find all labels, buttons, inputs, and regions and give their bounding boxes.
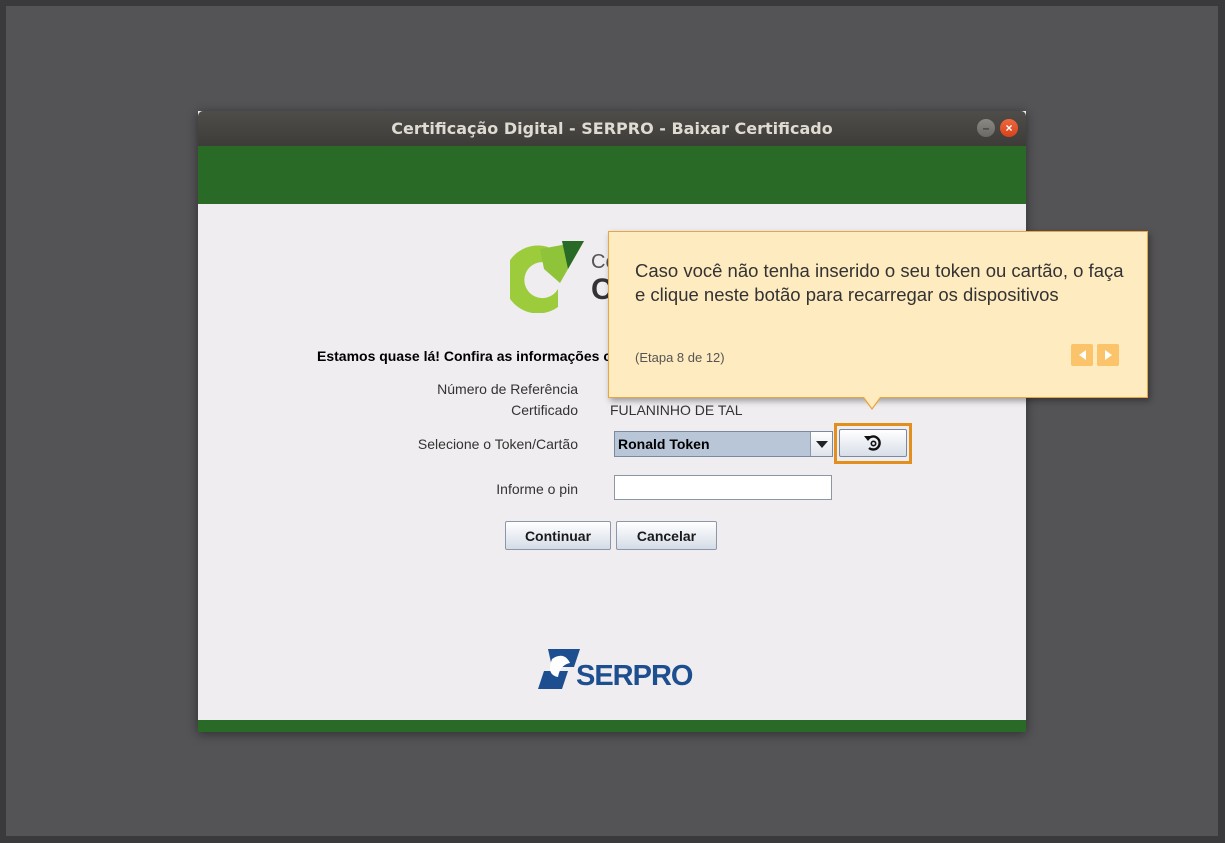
tooltip-next-button[interactable] (1097, 344, 1119, 366)
refresh-icon (864, 435, 881, 451)
close-button[interactable]: × (1000, 119, 1018, 137)
pin-label: Informe o pin (496, 481, 578, 497)
token-select-value: Ronald Token (618, 436, 710, 452)
dialog-window: Certificação Digital - SERPRO - Baixar C… (198, 111, 1026, 732)
tooltip-message: Caso você não tenha inserido o seu token… (635, 260, 1124, 305)
arrow-left-icon (1078, 350, 1086, 360)
window-title: Certificação Digital - SERPRO - Baixar C… (391, 119, 833, 138)
minimize-button[interactable]: – (977, 119, 995, 137)
refresh-devices-button[interactable] (839, 429, 907, 457)
chevron-down-icon[interactable] (810, 432, 832, 456)
guide-tooltip: Caso você não tenha inserido o seu token… (608, 231, 1148, 410)
certificate-value: FULANINHO DE TAL (610, 402, 743, 418)
cancel-button[interactable]: Cancelar (616, 521, 717, 550)
token-label: Selecione o Token/Cartão (417, 436, 578, 452)
footer-band (198, 720, 1026, 732)
tooltip-prev-button[interactable] (1071, 344, 1093, 366)
title-bar[interactable]: Certificação Digital - SERPRO - Baixar C… (198, 111, 1026, 146)
header-band (198, 146, 1026, 204)
headline: Estamos quase lá! Confira as informações… (317, 348, 612, 364)
pin-input[interactable] (614, 475, 832, 500)
reference-label: Número de Referência (437, 381, 578, 397)
tooltip-pointer (864, 397, 880, 408)
arrow-right-icon (1104, 350, 1112, 360)
certificacao-logo-icon (510, 241, 584, 313)
token-select[interactable]: Ronald Token (614, 431, 833, 457)
tooltip-step-counter: (Etapa 8 de 12) (635, 350, 725, 365)
serpro-logo-icon (538, 649, 580, 689)
certificate-label: Certificado (511, 402, 578, 418)
serpro-wordmark: SERPRO (576, 660, 693, 692)
continue-button[interactable]: Continuar (505, 521, 611, 550)
